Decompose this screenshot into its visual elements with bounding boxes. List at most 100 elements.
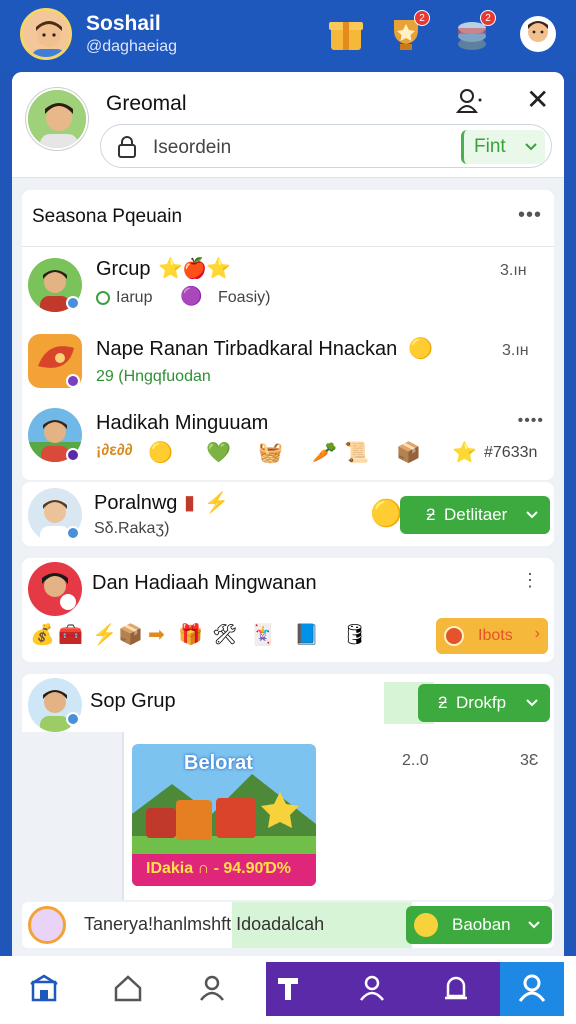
content-divider [122,732,124,900]
drokfp-button[interactable]: ƻ Drokfp [418,684,550,722]
top-app-bar: Soshail @daghaeiag 2 2 [0,0,576,70]
coin-icon: 🟡 [370,498,403,528]
content-area [22,732,122,900]
row-name: Hadikah Minguuam [96,412,269,434]
chevron-down-icon [528,921,540,929]
star-icon: ⭐ [452,442,477,464]
dan-card: Dan Hadiaah Mingwanan ⋮ 💰 🧰 ⚡ 📦 ➡ 🎁 🛠 🃏 … [22,558,554,662]
footer-text: Tanerya!hanlmshft Idoadalcah [84,914,325,934]
drokfp-label: Drokfp [456,693,507,712]
coin-icon: 🟡 [408,338,433,360]
card-icon: 🃏 [250,624,275,646]
box-icon: 📦 [118,624,143,646]
profile-icon[interactable] [518,14,558,54]
banner-title: Belorat [184,752,253,774]
carrot-icon: 🥕 [312,442,337,464]
more-icon[interactable]: ⋮ [521,570,540,591]
row-name: Sop Grup [90,690,176,712]
bag-icon: 💰 [30,624,55,646]
chevron-right-icon: › [534,625,540,642]
pora-card: Poralnwg ▮ ⚡ Sδ.Rakaʒ) 🟡 ƻ Detlitaer [22,482,554,546]
panel-header: Greomal ✕ Iseordein Fint [12,72,564,178]
drokfp-prefix: ƻ [438,693,448,712]
coin-icon: 🟡 [148,442,173,464]
basket-icon: 🧺 [258,442,283,464]
row-extra: #7633n [484,444,538,461]
lightning-icon: ⚡ [204,492,229,514]
status-badge [66,712,80,726]
row-sub: 29 (Hngqfuodan [96,368,211,385]
lock-icon [117,136,137,158]
row-name: Poralnwg [94,492,178,514]
tool-icon[interactable] [272,972,304,1004]
star-icon: ⭐ [206,258,231,280]
panel-avatar[interactable] [26,88,88,150]
row-values: ¡∂ε∂∂ [96,442,133,459]
app-handle: @daghaeiag [86,38,177,55]
search-input[interactable]: Iseordein [153,137,231,159]
lightning-icon: ⚡ [92,624,117,646]
row-time: 3.ıн [502,342,529,359]
gem-icon: 💚 [206,442,231,464]
stat-left: 2..0 [402,752,429,769]
friends-icon[interactable] [356,972,388,1004]
promo-banner[interactable]: Belorat IDakia ∩ - 94.90Ɗ% [132,744,316,886]
row-sub-right: Foasiy) [218,289,271,306]
status-badge [66,526,80,540]
user-icon[interactable] [196,972,228,1004]
baoban-label: Baoban [452,915,511,934]
filter-button[interactable]: Fint [461,130,545,164]
close-icon[interactable]: ✕ [526,86,549,114]
status-badge [66,296,80,310]
user-avatar[interactable] [20,8,72,60]
star-coin-icon [414,913,438,937]
chevron-down-icon [526,699,538,707]
more-icon[interactable]: •••• [518,412,544,430]
star-icon: ⭐ [158,258,183,280]
footer-bar: Tanerya!hanlmshft Idoadalcah Baoban [22,902,554,948]
home-icon[interactable] [112,972,144,1004]
coins-badge: 2 [480,10,496,26]
more-icon[interactable]: ••• [518,204,542,227]
barrel-icon: 🛢 [342,624,368,646]
row-name: Grcup [96,258,151,280]
book-icon: 📘 [294,624,319,646]
filter-label: Fint [474,136,506,157]
gift-box-icon[interactable] [326,14,366,54]
coins-stack-icon[interactable]: 2 [452,10,496,54]
baoban-button[interactable]: Baoban [406,906,552,944]
avatar[interactable] [28,562,82,616]
ibots-button[interactable]: Ibots › [436,618,548,654]
gift-icon: 🎁 [178,624,203,646]
ibots-label: Ibots [478,627,513,644]
profile-tab-icon[interactable] [516,972,548,1004]
sop-card: Sop Grup ƻ Drokfp Belorat IDakia ∩ - 94.… [22,674,554,900]
row-name: Nape Ranan Tirbadkaral Hnackan [96,338,398,360]
box-icon: 📦 [396,442,421,464]
row-time: 3.ıн [500,262,527,279]
section-title: Seasona Pqeuain [32,206,183,227]
trophy-icon[interactable]: 2 [386,10,430,54]
status-badge [66,374,80,388]
chevron-down-icon [526,511,538,519]
divider [22,246,554,247]
chevron-down-icon [525,143,537,151]
bell-icon[interactable] [440,972,472,1004]
ibots-icon [444,626,464,646]
banner-price: IDakia ∩ - 94.90Ɗ% [146,860,292,877]
panel-title: Greomal [106,92,187,115]
chest-icon: 🧰 [58,624,83,646]
main-panel: Greomal ✕ Iseordein Fint Seasona Pqeuain… [12,72,564,1016]
arrow-right-icon: ➡ [148,624,165,646]
fruit-icon: 🍎 [182,258,207,280]
detail-button[interactable]: ƻ Detlitaer [400,496,550,534]
search-bar[interactable]: Iseordein Fint [100,124,552,168]
row-sub: Iarup [116,289,153,306]
tools-icon: 🛠 [212,624,238,646]
user-outline-icon[interactable] [455,88,482,114]
store-icon[interactable] [28,972,60,1004]
detail-prefix: ƻ [426,505,436,524]
check-circle-icon [96,291,110,305]
row-sub: Sδ.Rakaʒ) [94,520,170,537]
footer-avatar[interactable] [28,906,66,944]
